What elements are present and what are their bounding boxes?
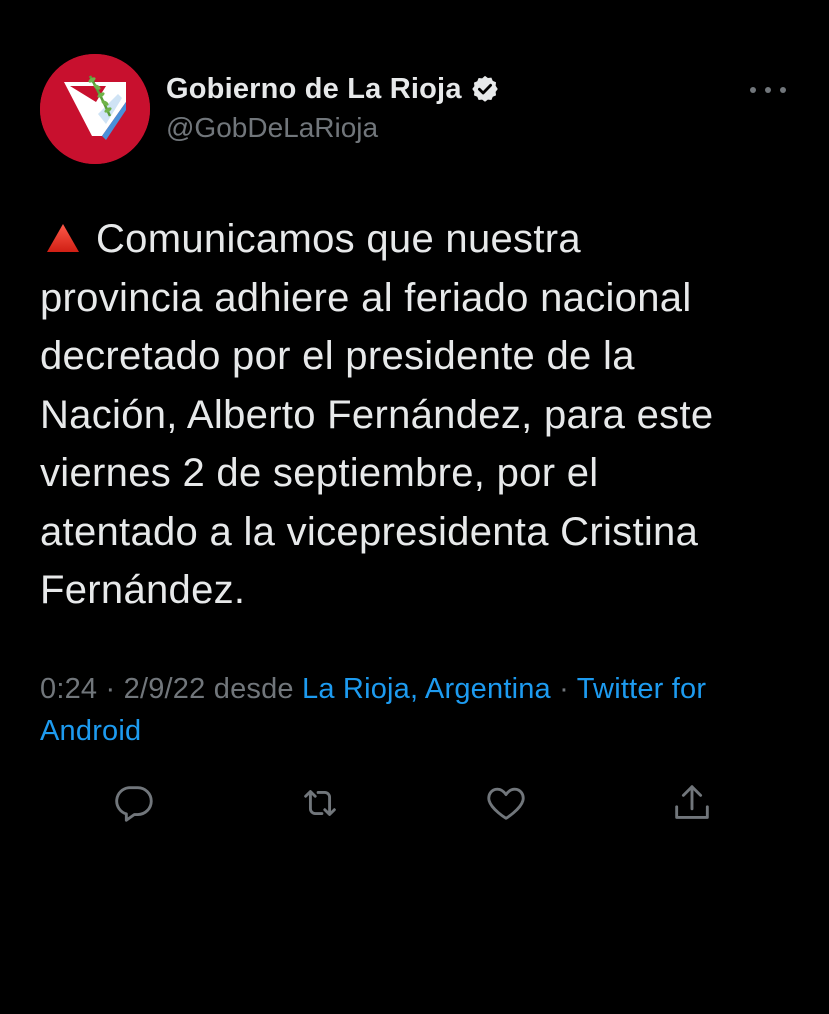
more-dot <box>765 87 771 93</box>
meta-separator: · <box>105 673 116 705</box>
la-rioja-emblem-icon <box>40 54 150 164</box>
tweet-line: provincia adhiere al feriado nacional <box>40 275 692 320</box>
tweet-header: Gobierno de La Rioja @GobDeLaRioja <box>40 54 790 164</box>
tweet-line: viernes 2 de septiembre, por el <box>40 451 599 495</box>
like-button[interactable] <box>483 780 529 826</box>
share-icon <box>675 785 709 819</box>
tweet-line: atentado a la vicepresidenta Cristina <box>40 509 699 554</box>
tweet-detail: Gobierno de La Rioja @GobDeLaRioja Comun… <box>0 0 829 1014</box>
tweet-metadata: 0:24 · 2/9/22 desde La Rioja, Argentina … <box>40 668 800 752</box>
display-name[interactable]: Gobierno de La Rioja <box>166 73 462 106</box>
avatar[interactable] <box>40 54 150 164</box>
more-options-icon[interactable] <box>750 78 786 102</box>
tweet-line: Fernández. <box>40 568 246 612</box>
tweet-line: decretado por el presidente de la <box>40 334 635 378</box>
more-dot <box>780 87 786 93</box>
author-names: Gobierno de La Rioja @GobDeLaRioja <box>166 70 500 144</box>
verified-badge-icon <box>470 74 500 104</box>
meta-separator: · <box>559 673 569 705</box>
more-dot <box>750 87 756 93</box>
tweet-text: Comunicamos que nuestra provincia adhier… <box>40 210 800 620</box>
from-word: desde <box>213 673 294 705</box>
tweet-line-text: Comunicamos que nuestra <box>96 217 581 261</box>
tweet-time[interactable]: 0:24 <box>40 673 97 705</box>
retweet-icon <box>304 790 336 816</box>
share-button[interactable] <box>669 780 715 826</box>
tweet-date[interactable]: 2/9/22 <box>124 673 206 705</box>
tweet-line: Comunicamos que nuestra <box>40 210 800 269</box>
tweet-actions <box>0 780 829 826</box>
location-link[interactable]: La Rioja, Argentina <box>302 673 551 705</box>
tweet-line: Nación, Alberto Fernández, para este <box>40 392 714 437</box>
source-line2: Android <box>40 715 142 747</box>
reply-button[interactable] <box>111 780 157 826</box>
source-line1: Twitter for <box>576 673 707 705</box>
retweet-button[interactable] <box>297 780 343 826</box>
reply-icon <box>115 786 153 822</box>
heart-icon <box>487 787 525 820</box>
red-triangle-icon <box>47 224 79 252</box>
display-name-row: Gobierno de La Rioja <box>166 70 500 108</box>
author-handle[interactable]: @GobDeLaRioja <box>166 112 500 144</box>
